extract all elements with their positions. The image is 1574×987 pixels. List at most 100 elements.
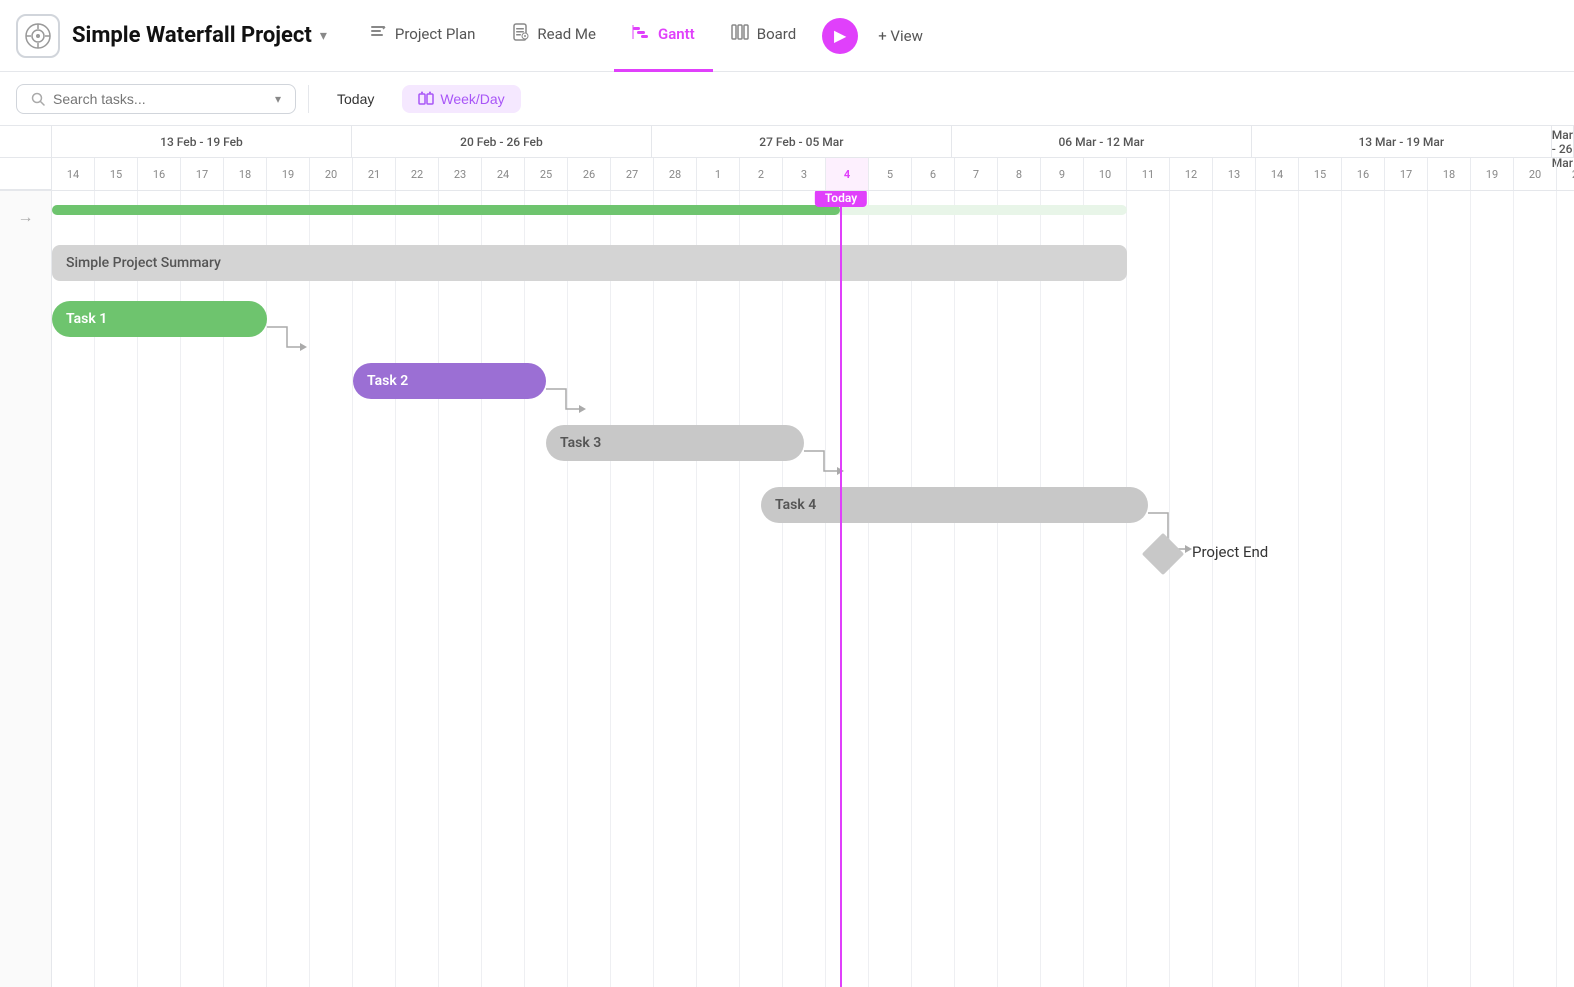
day-cell-26: 26: [568, 158, 611, 190]
day-cell-17b: 17: [1385, 158, 1428, 190]
week-cell-5: 13 Mar - 19 Mar: [1252, 126, 1552, 158]
left-panel: →: [0, 191, 52, 987]
app-icon[interactable]: [16, 14, 60, 58]
tab-gantt-label: Gantt: [658, 25, 695, 43]
task3-label: Task 3: [560, 435, 601, 451]
search-input[interactable]: [53, 91, 267, 107]
add-view-label: + View: [878, 27, 923, 45]
day-cell-3: 3: [783, 158, 826, 190]
week-cell-4: 06 Mar - 12 Mar: [952, 126, 1252, 158]
week-cell-3: 27 Feb - 05 Mar: [652, 126, 952, 158]
week-label-1: 13 Feb - 19 Feb: [160, 135, 243, 149]
task3-bar[interactable]: Task 3: [546, 425, 804, 461]
tab-gantt[interactable]: Gantt: [614, 0, 713, 72]
day-cell-15b: 15: [1299, 158, 1342, 190]
day-cell-9: 9: [1041, 158, 1084, 190]
day-cell-12: 12: [1170, 158, 1213, 190]
task1-label: Task 1: [66, 311, 107, 327]
project-plan-icon: [369, 23, 387, 46]
week-label-5: 13 Mar - 19 Mar: [1358, 135, 1444, 149]
day-cell-22: 22: [396, 158, 439, 190]
day-cell-14b: 14: [1256, 158, 1299, 190]
collapse-icon[interactable]: →: [18, 207, 34, 227]
tab-board-label: Board: [757, 25, 796, 43]
summary-bar-label: Simple Project Summary: [66, 255, 221, 271]
app-header: Simple Waterfall Project ▾ Project Plan: [0, 0, 1574, 72]
progress-bar-container: [52, 205, 1127, 215]
project-dropdown-arrow[interactable]: ▾: [320, 28, 327, 44]
day-cell-25: 25: [525, 158, 568, 190]
day-cell-8: 8: [998, 158, 1041, 190]
gantt-icon: [632, 23, 650, 46]
week-row: 13 Feb - 19 Feb 20 Feb - 26 Feb 27 Feb -…: [0, 126, 1574, 158]
search-icon: [31, 92, 45, 106]
day-cell-19b: 19: [1471, 158, 1514, 190]
day-cell-15: 15: [95, 158, 138, 190]
day-cell-7: 7: [955, 158, 998, 190]
day-cell-16b: 16: [1342, 158, 1385, 190]
week-label-3: 27 Feb - 05 Mar: [759, 135, 843, 149]
week-label-4: 06 Mar - 12 Mar: [1058, 135, 1144, 149]
day-cell-20a: 20: [310, 158, 353, 190]
gantt-container: 13 Feb - 19 Feb 20 Feb - 26 Feb 27 Feb -…: [0, 126, 1574, 987]
tab-read-me[interactable]: Read Me: [493, 0, 614, 72]
week-day-button[interactable]: Week/Day: [402, 85, 520, 113]
day-cell-16: 16: [138, 158, 181, 190]
gantt-chart: Today Simple Project Summary Task 1: [52, 191, 1574, 987]
task2-label: Task 2: [367, 373, 408, 389]
day-cell-14: 14: [52, 158, 95, 190]
day-cell-13a: 13: [1213, 158, 1256, 190]
day-cell-11: 11: [1127, 158, 1170, 190]
day-cell-18b: 18: [1428, 158, 1471, 190]
progress-bar-fill: [52, 205, 840, 215]
day-cell-24: 24: [482, 158, 525, 190]
task2-bar[interactable]: Task 2: [353, 363, 546, 399]
toolbar-divider: [308, 85, 309, 113]
today-label: Today: [815, 191, 867, 207]
nav-tabs: Project Plan Read Me: [351, 0, 1558, 72]
day-cell-23: 23: [439, 158, 482, 190]
project-title: Simple Waterfall Project: [72, 23, 312, 48]
task4-bar[interactable]: Task 4: [761, 487, 1148, 523]
tab-board[interactable]: Board: [713, 0, 814, 72]
week-label-2: 20 Feb - 26 Feb: [460, 135, 543, 149]
week-cell-6: 20 Mar - 26 Mar: [1552, 126, 1574, 158]
today-button[interactable]: Today: [321, 85, 390, 113]
filter-dropdown-arrow[interactable]: ▾: [275, 92, 281, 106]
day-cell-5: 5: [869, 158, 912, 190]
more-tabs-icon: ▶: [834, 26, 846, 45]
day-cell-6: 6: [912, 158, 955, 190]
tab-read-me-label: Read Me: [537, 25, 596, 43]
day-cell-4: 4: [826, 158, 869, 190]
day-row: 14 15 16 17 18 19 20 21 22 23 24 25 26 2…: [0, 158, 1574, 190]
timeline-header: 13 Feb - 19 Feb 20 Feb - 26 Feb 27 Feb -…: [0, 126, 1574, 191]
day-cell-21b: 21: [1557, 158, 1574, 190]
week-day-label: Week/Day: [440, 91, 504, 107]
day-cell-21: 21: [353, 158, 396, 190]
today-vertical-line: Today: [840, 191, 842, 987]
day-cell-27: 27: [611, 158, 654, 190]
day-cell-20b: 20: [1514, 158, 1557, 190]
summary-bar[interactable]: Simple Project Summary: [52, 245, 1127, 281]
task1-bar[interactable]: Task 1: [52, 301, 267, 337]
search-box[interactable]: ▾: [16, 84, 296, 114]
gantt-body: → Today Simple Project Summary: [0, 191, 1574, 987]
task4-label: Task 4: [775, 497, 816, 513]
tab-project-plan-label: Project Plan: [395, 25, 476, 43]
day-cell-28: 28: [654, 158, 697, 190]
read-me-icon: [511, 23, 529, 46]
week-day-icon: [418, 91, 434, 107]
tab-project-plan[interactable]: Project Plan: [351, 0, 494, 72]
day-cell-17: 17: [181, 158, 224, 190]
col-grid: [52, 191, 1574, 987]
day-cell-19: 19: [267, 158, 310, 190]
day-cell-18: 18: [224, 158, 267, 190]
week-cell-1: 13 Feb - 19 Feb: [52, 126, 352, 158]
toolbar: ▾ Today Week/Day: [0, 72, 1574, 126]
milestone-label: Project End: [1192, 543, 1268, 561]
add-view-button[interactable]: + View: [866, 19, 935, 53]
board-icon: [731, 23, 749, 46]
day-cell-1: 1: [697, 158, 740, 190]
day-cell-10: 10: [1084, 158, 1127, 190]
more-tabs-button[interactable]: ▶: [822, 18, 858, 54]
